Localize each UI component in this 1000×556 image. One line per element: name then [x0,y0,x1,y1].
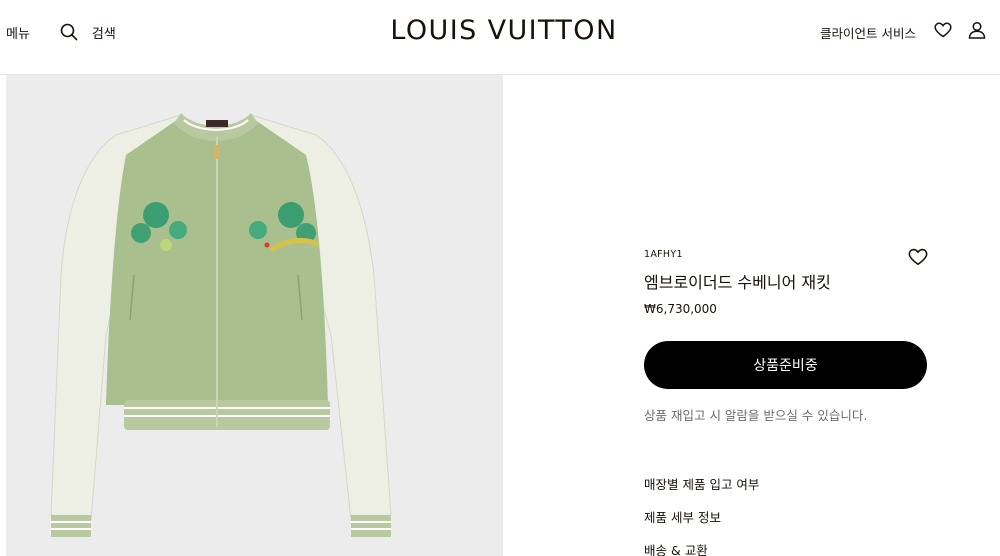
search-label: 검색 [91,26,116,42]
add-to-wishlist-button[interactable] [908,248,928,270]
product-sku: 1AFHY1 [644,249,683,260]
heart-icon [908,248,928,270]
wishlist-button[interactable] [934,22,952,42]
brand-logo[interactable]: LOUIS VUITTON [389,15,619,46]
search-icon [60,23,78,41]
link-store-availability[interactable]: 매장별 제품 입고 여부 [644,474,759,507]
heart-icon [934,22,952,42]
coming-soon-button[interactable]: 상품준비중 [644,341,927,389]
user-icon [968,21,986,43]
link-shipping-returns[interactable]: 배송 & 교환 [644,540,759,556]
client-service-link[interactable]: 클라이언트 서비스 [820,23,916,42]
product-info: 1AFHY1 엠브로이더드 수베니어 재킷 ₩6,730,000 [644,249,928,316]
site-header: 메뉴 검색 LOUIS VUITTON 클라이언트 서비스 [0,0,1000,75]
jacket-illustration [50,113,392,537]
product-image[interactable] [6,75,503,556]
product-price: ₩6,730,000 [644,302,717,316]
header-right-group: 클라이언트 서비스 [820,21,986,43]
product-info-links: 매장별 제품 입고 여부 제품 세부 정보 배송 & 교환 [644,474,759,556]
account-button[interactable] [968,21,986,43]
menu-button[interactable]: 메뉴 [6,23,30,42]
restock-notice: 상품 재입고 시 알람을 받으실 수 있습니다. [644,408,868,423]
header-left-group: 메뉴 검색 [6,22,116,42]
search-button[interactable]: 검색 [60,23,116,42]
link-product-details[interactable]: 제품 세부 정보 [644,507,759,540]
product-title: 엠브로이더드 수베니어 재킷 [644,273,831,292]
